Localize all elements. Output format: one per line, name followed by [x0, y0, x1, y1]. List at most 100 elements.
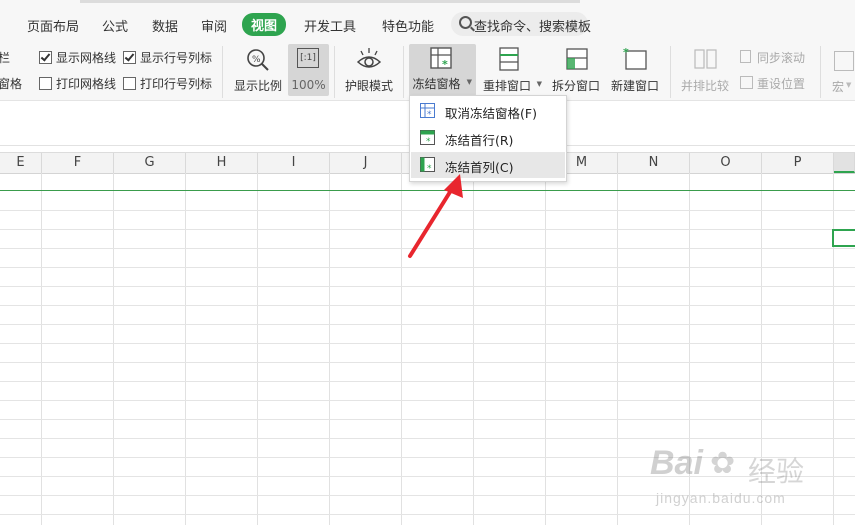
zoom-100-button[interactable]: [:1] 100%	[288, 44, 329, 96]
show-gridlines-label: 显示网格线	[56, 51, 117, 65]
watermark-brand: Bai	[650, 444, 703, 482]
zoom-magnifier-icon: %	[247, 49, 269, 71]
print-gridlines-label: 打印网格线	[56, 77, 117, 91]
grid-row-line	[0, 400, 855, 401]
grid-row-line	[0, 324, 855, 325]
selected-cell[interactable]	[832, 229, 855, 247]
column-header-h[interactable]: H	[186, 153, 258, 173]
print-gridlines-checkbox[interactable]	[39, 77, 52, 90]
new-window-label: 新建窗口	[610, 79, 659, 93]
grid-column-line	[617, 173, 618, 525]
eye-mode-label: 护眼模式	[344, 79, 393, 93]
grid-column-line	[185, 173, 186, 525]
tab-formulas[interactable]: 公式	[102, 16, 128, 35]
sync-scroll-button[interactable]: 同步滚动	[757, 49, 805, 66]
tab-features[interactable]: 特色功能	[382, 16, 434, 35]
ribbon-separator	[334, 46, 335, 98]
print-headers-checkbox[interactable]	[123, 77, 136, 90]
arrange-windows-label: 重排窗口	[482, 79, 531, 93]
tab-data[interactable]: 数据	[152, 16, 178, 35]
tab-developer[interactable]: 开发工具	[304, 16, 356, 35]
reset-position-icon	[740, 76, 753, 89]
grid-column-line	[257, 173, 258, 525]
grid-row-line	[0, 343, 855, 344]
annotation-arrow-icon	[408, 174, 463, 258]
search-placeholder: 查找命令、搜索模板	[474, 20, 592, 35]
side-by-side-button[interactable]: 并排比较	[676, 44, 734, 98]
grid-column-line	[545, 173, 546, 525]
grid-row-line	[0, 381, 855, 382]
search-box[interactable]: 查找命令、搜索模板	[451, 12, 592, 36]
column-header-n[interactable]: N	[618, 153, 690, 173]
sync-scroll-icon	[740, 50, 751, 63]
column-header-p[interactable]: P	[762, 153, 834, 173]
macro-button[interactable]: 宏	[832, 78, 844, 95]
dropdown-arrow-icon: ▼	[536, 80, 542, 88]
grid-row-line	[0, 286, 855, 287]
show-headers-checkbox[interactable]	[123, 51, 136, 64]
freeze-panes-dropdown: * 取消冻结窗格(F) * 冻结首行(R) * 冻结首列(C)	[409, 95, 567, 182]
view-ribbon: 栏 窗格 显示网格线 显示行号列标 打印网格线 打印行号列标 % 显示比例 [:…	[0, 42, 855, 100]
title-strip	[80, 0, 580, 3]
actual-size-icon: [:1]	[297, 48, 319, 68]
grid-row-line	[0, 419, 855, 420]
column-header-selected[interactable]	[834, 153, 855, 173]
column-header-e[interactable]: E	[0, 153, 42, 173]
grid-row-line	[0, 438, 855, 439]
svg-text:%: %	[252, 55, 261, 65]
search-icon	[459, 16, 472, 29]
paw-icon: ✿	[710, 446, 736, 481]
new-window-button[interactable]: * 新建窗口	[606, 44, 664, 98]
grid-column-line	[113, 173, 114, 525]
grid-row-line	[0, 267, 855, 268]
watermark-cn: 经验	[748, 455, 805, 488]
split-window-button[interactable]: 拆分窗口	[548, 44, 604, 98]
svg-text:*: *	[442, 58, 448, 71]
arrange-windows-button[interactable]: 重排窗口 ▼	[480, 44, 544, 98]
column-header-g[interactable]: G	[114, 153, 186, 173]
side-by-side-icon	[694, 49, 717, 69]
ribbon-separator	[222, 46, 223, 98]
unfreeze-panes-icon: *	[420, 103, 435, 118]
grid-column-line	[473, 173, 474, 525]
watermark-url: jingyan.baidu.com	[656, 490, 786, 506]
tab-review[interactable]: 审阅	[201, 16, 227, 35]
cut-label-bottom: 窗格	[0, 77, 23, 91]
zoom-100-label: 100%	[291, 78, 326, 92]
ribbon-separator	[403, 46, 404, 98]
freeze-panes-label: 冻结窗格	[412, 77, 461, 91]
freeze-panes-button[interactable]: * 冻结窗格 ▼	[409, 44, 476, 96]
baidu-watermark: Bai ✿ 经验 jingyan.baidu.com	[646, 444, 846, 514]
grid-row-line	[0, 514, 855, 515]
dropdown-arrow-icon: ▼	[466, 78, 472, 86]
grid-row-line	[0, 305, 855, 306]
svg-text:*: *	[426, 137, 431, 145]
freeze-first-row-icon: *	[420, 130, 435, 145]
svg-text:*: *	[427, 110, 432, 118]
show-headers-label: 显示行号列标	[140, 51, 213, 65]
print-headers-label: 打印行号列标	[140, 77, 213, 91]
grid-column-line	[329, 173, 330, 525]
ribbon-separator	[820, 46, 821, 98]
column-header-j[interactable]: J	[330, 153, 402, 173]
menu-item-freeze-first-row[interactable]: * 冻结首行(R)	[411, 125, 565, 151]
split-window-label: 拆分窗口	[551, 79, 600, 93]
menu-tab-bar: 页面布局 公式 数据 审阅 视图 开发工具 特色功能 查找命令、搜索模板	[0, 0, 855, 42]
split-window-icon	[566, 48, 588, 70]
column-header-o[interactable]: O	[690, 153, 762, 173]
ribbon-separator	[670, 46, 671, 98]
cut-label-top: 栏	[0, 51, 11, 65]
column-header-f[interactable]: F	[42, 153, 114, 173]
tab-page-layout[interactable]: 页面布局	[27, 16, 79, 35]
zoom-button[interactable]: % 显示比例	[230, 44, 286, 98]
reset-position-button[interactable]: 重设位置	[757, 75, 805, 92]
grid-row-line	[0, 362, 855, 363]
column-header-i[interactable]: I	[258, 153, 330, 173]
eye-mode-button[interactable]: 护眼模式	[340, 44, 398, 98]
macro-icon	[834, 51, 854, 71]
show-gridlines-checkbox[interactable]	[39, 51, 52, 64]
tab-view[interactable]: 视图	[242, 13, 287, 36]
menu-item-unfreeze[interactable]: * 取消冻结窗格(F)	[411, 98, 565, 124]
arrange-windows-icon	[499, 47, 519, 71]
menu-item-label: 取消冻结窗格(F)	[445, 106, 537, 121]
